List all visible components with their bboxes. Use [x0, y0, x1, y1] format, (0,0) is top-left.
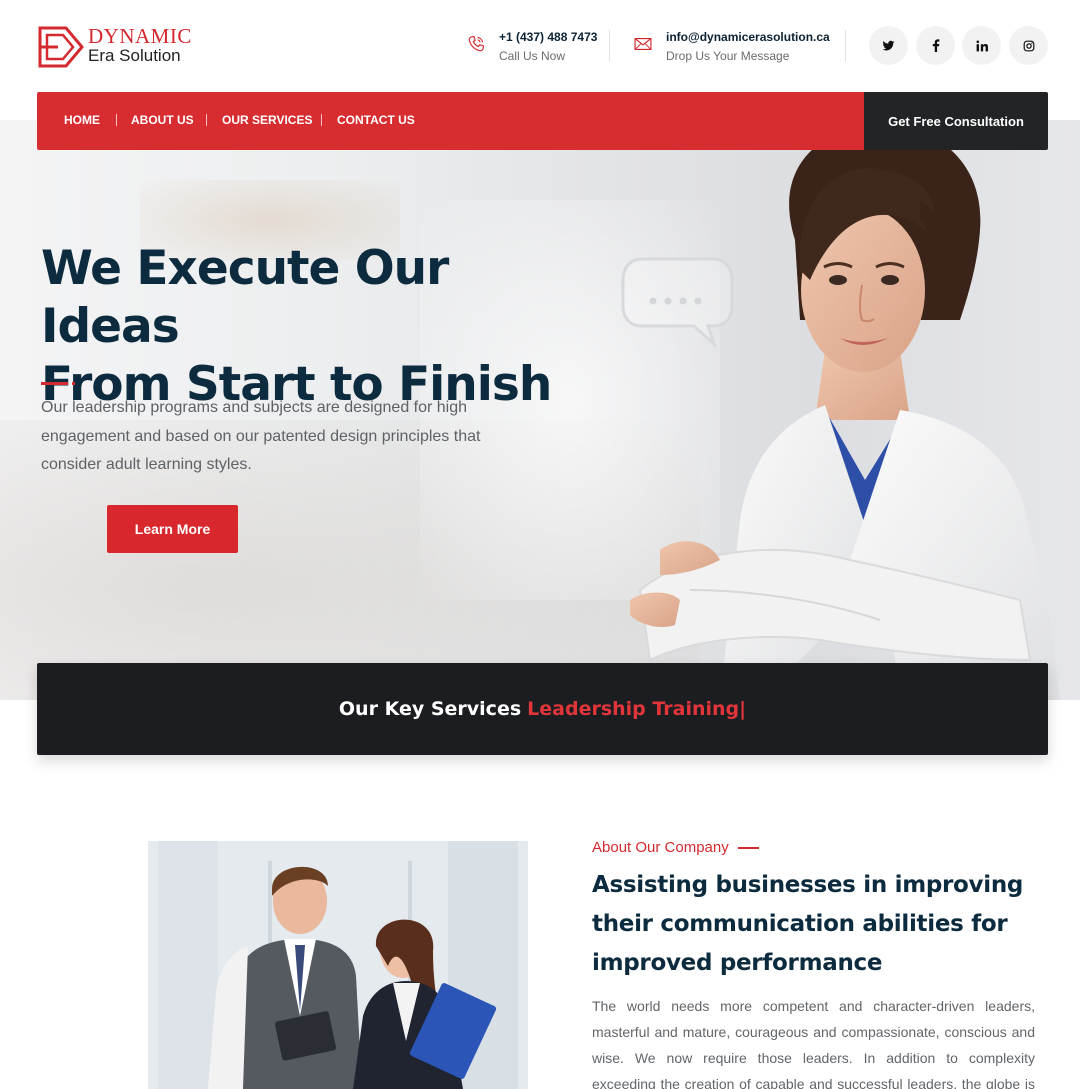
phone-caption: Call Us Now [499, 49, 566, 63]
learn-more-button[interactable]: Learn More [107, 505, 238, 553]
phone-number: +1 (437) 488 7473 [499, 30, 598, 44]
nav-contact-us[interactable]: CONTACT US [337, 113, 415, 127]
key-services-highlight: Leadership Training [527, 698, 740, 720]
nav-our-services[interactable]: OUR SERVICES [222, 113, 312, 127]
hero-title-line1: We Execute Our Ideas [41, 241, 449, 354]
mail-icon [634, 38, 652, 50]
logo-mark-icon [38, 26, 84, 68]
hero-accent-dot [72, 382, 75, 385]
main-nav: HOME ABOUT US OUR SERVICES CONTACT US [37, 92, 864, 150]
hero-section: We Execute Our Ideas From Start to Finis… [0, 120, 1080, 700]
header-phone[interactable]: +1 (437) 488 7473 Call Us Now [466, 28, 606, 68]
email-caption: Drop Us Your Message [666, 49, 790, 63]
about-team-photo [148, 841, 528, 1089]
facebook-icon [932, 39, 939, 52]
team-illustration [148, 841, 528, 1089]
hero-description: Our leadership programs and subjects are… [41, 399, 481, 473]
linkedin-icon [975, 39, 988, 51]
about-eyebrow: About Our Company [592, 839, 729, 856]
email-address: info@dynamicerasolution.ca [666, 30, 830, 44]
nav-about-us[interactable]: ABOUT US [131, 113, 194, 127]
key-services-label: Our Key Services [338, 698, 522, 720]
hero-accent-dash [41, 382, 68, 385]
nav-separator [321, 114, 322, 126]
about-eyebrow-line [738, 847, 759, 849]
header-email[interactable]: info@dynamicerasolution.ca Drop Us Your … [633, 28, 833, 68]
about-title: Assisting businesses in improving their … [592, 872, 1024, 976]
typing-cursor: | [739, 698, 747, 720]
twitter-icon [882, 40, 895, 50]
key-services-bar: Our Key Services Leadership Training | [37, 663, 1048, 755]
instagram-button[interactable] [1009, 26, 1048, 65]
phone-icon [468, 35, 485, 52]
brand-logo[interactable]: DYNAMIC Era Solution [38, 24, 198, 68]
brand-name-line2: Era Solution [88, 46, 181, 65]
facebook-button[interactable] [916, 26, 955, 65]
nav-separator [206, 114, 207, 126]
linkedin-button[interactable] [962, 26, 1001, 65]
header-divider [845, 30, 846, 62]
hero-woman-photo [630, 125, 1060, 700]
top-header: DYNAMIC Era Solution +1 (437) 488 7473 C… [0, 0, 1080, 92]
header-divider [609, 30, 610, 62]
twitter-button[interactable] [869, 26, 908, 65]
nav-separator [116, 114, 117, 126]
about-description: The world needs more competent and chara… [592, 998, 1035, 1089]
hero-title: We Execute Our Ideas From Start to Finis… [41, 240, 601, 414]
nav-home[interactable]: HOME [64, 113, 100, 127]
free-consultation-button[interactable]: Get Free Consultation [864, 92, 1048, 150]
instagram-icon [1023, 40, 1034, 51]
